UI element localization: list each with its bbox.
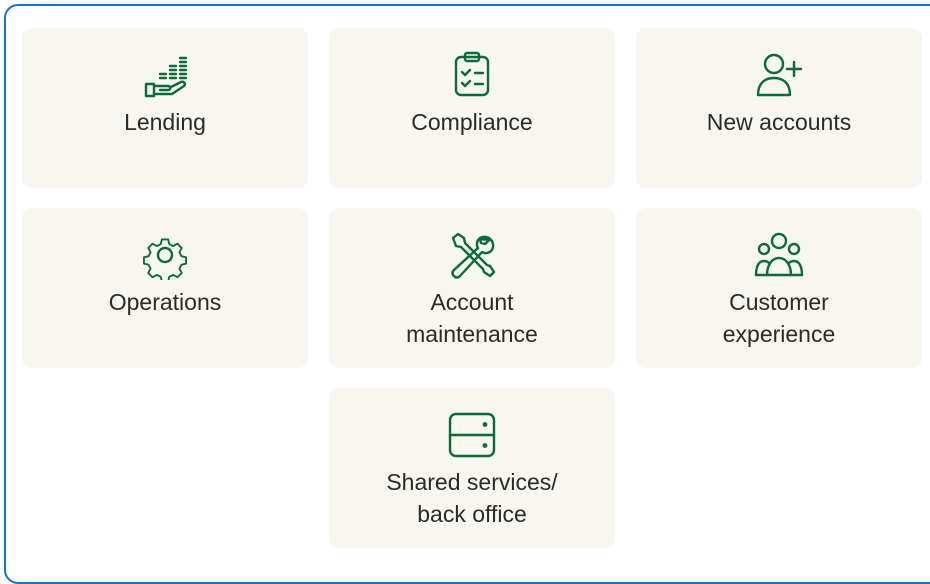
hand-coins-icon bbox=[140, 50, 190, 100]
card-label: Operations bbox=[108, 289, 222, 315]
server-icon bbox=[447, 410, 497, 460]
card-lending[interactable]: Lending bbox=[22, 28, 308, 188]
wrench-screwdriver-icon bbox=[447, 230, 497, 280]
user-group-icon bbox=[754, 230, 804, 280]
card-label: Account maintenance bbox=[406, 289, 538, 347]
card-label: Shared services/ back office bbox=[386, 469, 558, 527]
card-compliance[interactable]: Compliance bbox=[329, 28, 615, 188]
card-label: New accounts bbox=[706, 109, 852, 135]
card-operations[interactable]: Operations bbox=[22, 208, 308, 368]
card-customer-experience[interactable]: Customer experience bbox=[636, 208, 922, 368]
gear-icon bbox=[140, 230, 190, 280]
card-account-maintenance[interactable]: Account maintenance bbox=[329, 208, 615, 368]
clipboard-checklist-icon bbox=[447, 50, 497, 100]
card-label: Lending bbox=[124, 109, 206, 135]
user-plus-icon bbox=[754, 50, 804, 100]
card-shared-services[interactable]: Shared services/ back office bbox=[329, 388, 615, 548]
card-label: Customer experience bbox=[722, 289, 836, 347]
card-label: Compliance bbox=[411, 109, 533, 135]
card-new-accounts[interactable]: New accounts bbox=[636, 28, 922, 188]
